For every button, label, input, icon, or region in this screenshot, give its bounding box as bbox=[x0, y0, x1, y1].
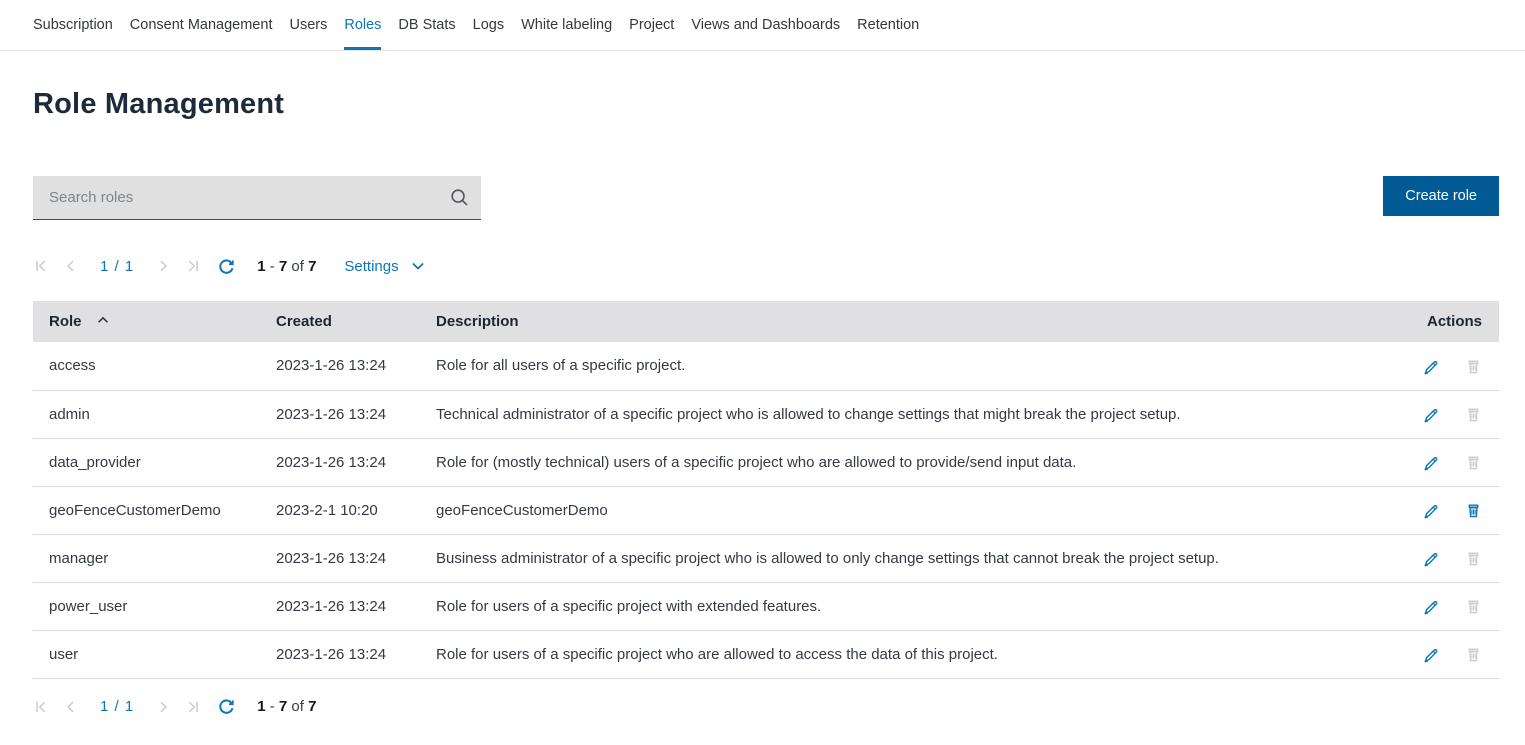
next-page-button[interactable] bbox=[156, 258, 171, 274]
role-description: Business administrator of a specific pro… bbox=[420, 534, 1381, 582]
delete-role-button[interactable] bbox=[1465, 502, 1482, 519]
role-created: 2023-1-26 13:24 bbox=[260, 630, 420, 678]
role-created: 2023-1-26 13:24 bbox=[260, 438, 420, 486]
nav-project[interactable]: Project bbox=[629, 0, 674, 50]
range-of: of bbox=[291, 258, 304, 275]
table-row: manager 2023-1-26 13:24 Business adminis… bbox=[33, 534, 1499, 582]
range-start: 1 bbox=[257, 698, 265, 715]
role-created: 2023-2-1 10:20 bbox=[260, 486, 420, 534]
edit-role-button[interactable] bbox=[1423, 646, 1440, 663]
sort-ascending-icon bbox=[96, 313, 110, 327]
delete-role-button[interactable] bbox=[1465, 454, 1482, 471]
role-created: 2023-1-26 13:24 bbox=[260, 390, 420, 438]
column-header-description[interactable]: Description bbox=[420, 301, 1381, 342]
page-title: Role Management bbox=[33, 88, 1525, 121]
table-row: access 2023-1-26 13:24 Role for all user… bbox=[33, 342, 1499, 390]
first-page-button[interactable] bbox=[33, 258, 48, 274]
table-header-row: Role Created Description Actions bbox=[33, 301, 1499, 342]
table-row: admin 2023-1-26 13:24 Technical administ… bbox=[33, 390, 1499, 438]
table-row: power_user 2023-1-26 13:24 Role for user… bbox=[33, 582, 1499, 630]
prev-page-button[interactable] bbox=[63, 258, 78, 274]
range-total: 7 bbox=[308, 698, 316, 715]
page-range-label: 1 - 7 of 7 bbox=[257, 698, 316, 715]
range-dash: - bbox=[270, 258, 275, 275]
nav-consent-management[interactable]: Consent Management bbox=[130, 0, 273, 50]
nav-subscription[interactable]: Subscription bbox=[33, 0, 113, 50]
range-end: 7 bbox=[279, 698, 287, 715]
last-page-button[interactable] bbox=[186, 699, 201, 715]
page-indicator: 1 / 1 bbox=[100, 258, 134, 275]
role-created: 2023-1-26 13:24 bbox=[260, 342, 420, 390]
table-row: data_provider 2023-1-26 13:24 Role for (… bbox=[33, 438, 1499, 486]
delete-role-button[interactable] bbox=[1465, 550, 1482, 567]
last-page-button[interactable] bbox=[186, 258, 201, 274]
delete-role-button[interactable] bbox=[1465, 406, 1482, 423]
role-description: Role for users of a specific project wit… bbox=[420, 582, 1381, 630]
column-header-created[interactable]: Created bbox=[260, 301, 420, 342]
table-row: user 2023-1-26 13:24 Role for users of a… bbox=[33, 630, 1499, 678]
pagination-top: 1 / 1 1 - 7 of 7 Settings bbox=[33, 252, 1492, 280]
role-created: 2023-1-26 13:24 bbox=[260, 534, 420, 582]
delete-role-button[interactable] bbox=[1465, 358, 1482, 375]
range-dash: - bbox=[270, 698, 275, 715]
edit-role-button[interactable] bbox=[1423, 406, 1440, 423]
role-name: admin bbox=[33, 390, 260, 438]
refresh-button[interactable] bbox=[218, 698, 235, 715]
prev-page-button[interactable] bbox=[63, 699, 78, 715]
role-name: geoFenceCustomerDemo bbox=[33, 486, 260, 534]
column-header-actions: Actions bbox=[1381, 301, 1499, 342]
chevron-down-icon bbox=[410, 258, 426, 274]
search-roles-box bbox=[33, 176, 481, 220]
page-range-label: 1 - 7 of 7 bbox=[257, 258, 316, 275]
settings-dropdown[interactable]: Settings bbox=[344, 258, 425, 275]
next-page-button[interactable] bbox=[156, 699, 171, 715]
role-description: Role for users of a specific project who… bbox=[420, 630, 1381, 678]
role-name: access bbox=[33, 342, 260, 390]
edit-role-button[interactable] bbox=[1423, 598, 1440, 615]
pagination-bottom: 1 / 1 1 - 7 of 7 bbox=[33, 693, 1492, 721]
role-description: geoFenceCustomerDemo bbox=[420, 486, 1381, 534]
role-description: Technical administrator of a specific pr… bbox=[420, 390, 1381, 438]
nav-logs[interactable]: Logs bbox=[473, 0, 504, 50]
edit-role-button[interactable] bbox=[1423, 358, 1440, 375]
role-name: user bbox=[33, 630, 260, 678]
nav-users[interactable]: Users bbox=[289, 0, 327, 50]
range-of: of bbox=[291, 698, 304, 715]
search-input[interactable] bbox=[33, 176, 481, 219]
role-description: Role for all users of a specific project… bbox=[420, 342, 1381, 390]
refresh-button[interactable] bbox=[218, 258, 235, 275]
nav-retention[interactable]: Retention bbox=[857, 0, 919, 50]
toolbar: Create role bbox=[33, 176, 1499, 220]
delete-role-button[interactable] bbox=[1465, 646, 1482, 663]
nav-roles[interactable]: Roles bbox=[344, 0, 381, 50]
edit-role-button[interactable] bbox=[1423, 550, 1440, 567]
role-name: power_user bbox=[33, 582, 260, 630]
role-created: 2023-1-26 13:24 bbox=[260, 582, 420, 630]
role-description: Role for (mostly technical) users of a s… bbox=[420, 438, 1381, 486]
edit-role-button[interactable] bbox=[1423, 454, 1440, 471]
nav-db-stats[interactable]: DB Stats bbox=[398, 0, 455, 50]
range-total: 7 bbox=[308, 258, 316, 275]
delete-role-button[interactable] bbox=[1465, 598, 1482, 615]
range-end: 7 bbox=[279, 258, 287, 275]
range-start: 1 bbox=[257, 258, 265, 275]
nav-views-and-dashboards[interactable]: Views and Dashboards bbox=[691, 0, 840, 50]
role-name: data_provider bbox=[33, 438, 260, 486]
column-header-role[interactable]: Role bbox=[33, 301, 260, 342]
top-nav: Subscription Consent Management Users Ro… bbox=[0, 0, 1525, 51]
roles-table: Role Created Description Actions access … bbox=[33, 301, 1499, 679]
page-indicator: 1 / 1 bbox=[100, 698, 134, 715]
first-page-button[interactable] bbox=[33, 699, 48, 715]
search-icon[interactable] bbox=[449, 187, 468, 206]
nav-white-labeling[interactable]: White labeling bbox=[521, 0, 612, 50]
settings-label: Settings bbox=[344, 258, 398, 275]
table-row: geoFenceCustomerDemo 2023-2-1 10:20 geoF… bbox=[33, 486, 1499, 534]
edit-role-button[interactable] bbox=[1423, 502, 1440, 519]
role-name: manager bbox=[33, 534, 260, 582]
create-role-button[interactable]: Create role bbox=[1383, 176, 1499, 216]
